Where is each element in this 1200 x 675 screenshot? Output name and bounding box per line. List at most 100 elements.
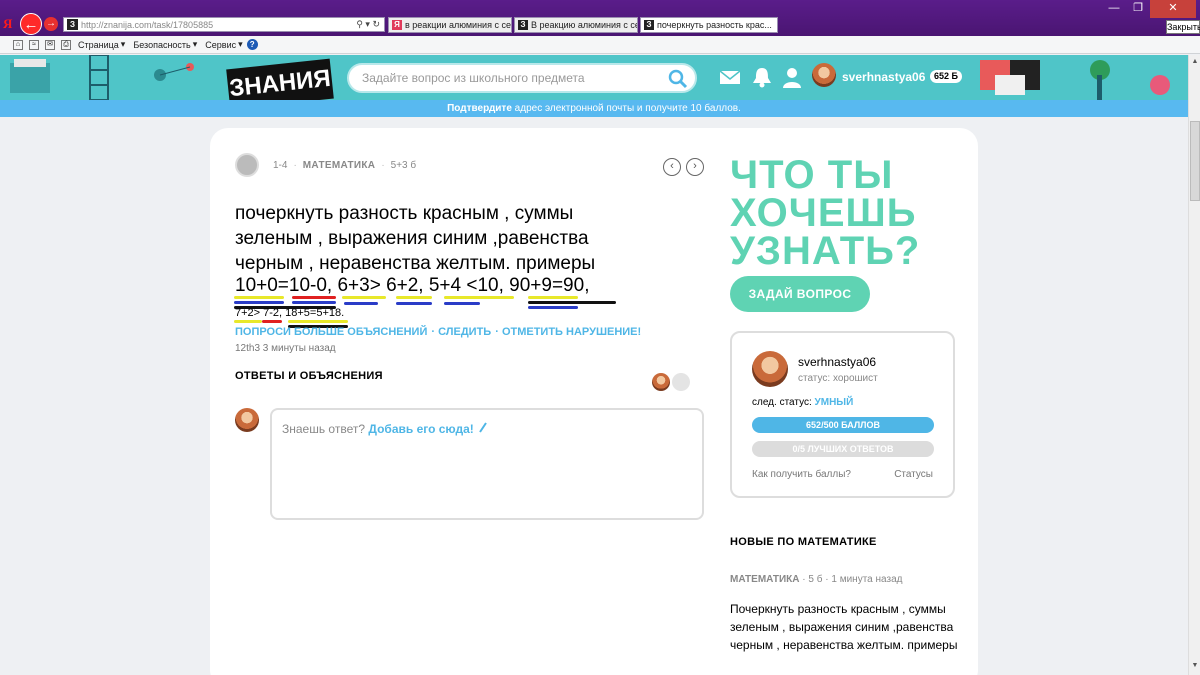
question-points: 5+3 б [390, 159, 417, 171]
maximize-button[interactable]: ❐ [1126, 0, 1150, 18]
answers-title: ОТВЕТЫ И ОБЪЯСНЕНИЯ [235, 370, 383, 382]
promo-headline: ЧТО ТЫ ХОЧЕШЬ УЗНАТЬ? [730, 153, 921, 273]
mail-icon[interactable]: ✉ [45, 39, 55, 50]
highlight-black [528, 301, 616, 304]
answer-prompt: Знаешь ответ? [282, 422, 369, 436]
avatar[interactable] [652, 373, 670, 391]
question-meta: 1-4 · МАТЕМАТИКА · 5+3 б [235, 153, 416, 177]
feeds-icon[interactable]: ≈ [29, 39, 39, 50]
command-bar: ⌂ ≈ ✉ ⎙ Страница ▾ Безопасность ▾ Сервис ▾ … [0, 36, 1200, 54]
question-actions: ПОПРОСИ БОЛЬШЕ ОБЪЯСНЕНИЙ · СЛЕДИТЬ · ОТМЕ… [235, 326, 642, 338]
avatar[interactable] [672, 373, 690, 391]
asked-by: 12th3 3 минуты назад [235, 343, 336, 354]
yandex-logo-icon[interactable]: Я [3, 16, 17, 31]
avatar [235, 408, 259, 432]
points-badge: 652 Б [930, 70, 962, 83]
new-item-meta: МАТЕМАТИКА · 5 б · 1 минута назад [730, 574, 903, 585]
address-bar[interactable]: З http://znanija.com/task/17805885 ⚲ ▾ ↻ [63, 17, 385, 32]
asker-avatar[interactable] [235, 153, 259, 177]
security-menu-label: Безопасность [133, 39, 191, 50]
messages-icon[interactable] [718, 66, 742, 88]
tab-1[interactable]: Я в реакции алюминия с серно... [388, 17, 512, 33]
ask-more-link[interactable]: ПОПРОСИ БОЛЬШЕ ОБЪЯСНЕНИЙ [235, 326, 427, 338]
highlight-blue [444, 302, 480, 305]
tab-label: в реакции алюминия с серно... [405, 20, 511, 30]
question-text: почеркнуть разность красным , суммы зеле… [235, 203, 596, 274]
page-scrollbar[interactable]: ▲ ▼ [1188, 55, 1200, 675]
highlight-yellow [234, 320, 262, 323]
page-menu-label: Страница [78, 39, 119, 50]
title-bar: Я ← → З http://znanija.com/task/17805885… [0, 0, 1200, 36]
search-icon[interactable] [667, 68, 689, 90]
best-answers-bar: 0/5 ЛУЧШИХ ОТВЕТОВ [752, 441, 934, 457]
notifications-bell-icon[interactable] [750, 66, 774, 88]
new-item-points: 5 б [808, 574, 823, 585]
highlight-blue [292, 301, 336, 304]
page-menu[interactable]: Страница ▾ [78, 39, 125, 50]
header-username[interactable]: sverhnastya06 [842, 70, 925, 84]
scroll-up-icon[interactable]: ▲ [1190, 57, 1200, 67]
next-status: след. статус: УМНЫЙ [752, 397, 853, 408]
profile-user-icon[interactable] [780, 66, 804, 88]
tab-2[interactable]: З В реакцию алюминия с серн... [514, 17, 638, 33]
answerer-avatars [652, 373, 690, 391]
banner-confirm-link[interactable]: Подтвердите [447, 103, 512, 114]
question-examples-line2: 7+2> 7-2, 18+5=5+18. [235, 307, 345, 319]
help-icon[interactable]: ? [246, 39, 258, 50]
highlight-blue [344, 302, 378, 305]
report-link[interactable]: ОТМЕТИТЬ НАРУШЕНИЕ! [502, 326, 641, 338]
profile-status: статус: хорошист [798, 373, 878, 384]
avatar[interactable] [812, 63, 836, 87]
close-tooltip: Закрыть [1166, 20, 1200, 34]
profile-name[interactable]: sverhnastya06 [798, 355, 876, 369]
pencil-icon [479, 422, 488, 433]
address-tools-icon[interactable]: ⚲ ▾ ↻ [356, 19, 380, 30]
avatar[interactable] [752, 351, 788, 387]
address-text[interactable]: http://znanija.com/task/17805885 [81, 20, 356, 30]
next-rank: УМНЫЙ [814, 397, 854, 408]
security-menu[interactable]: Безопасность ▾ [133, 39, 197, 50]
scroll-down-icon[interactable]: ▼ [1190, 661, 1200, 671]
scroll-thumb[interactable] [1190, 121, 1200, 201]
highlight-blue [528, 306, 578, 309]
highlight-blue [234, 301, 284, 304]
prev-question-button[interactable]: ‹ [663, 158, 681, 176]
tab-3-active[interactable]: З почеркнуть разность крас... ✕ [640, 17, 778, 33]
tab-close-icon[interactable]: ✕ [772, 20, 777, 31]
follow-link[interactable]: СЛЕДИТЬ [438, 326, 491, 338]
tab-favicon-icon: Я [392, 20, 402, 30]
new-item-time: 1 минута назад [831, 574, 903, 585]
browser-window: Я ← → З http://znanija.com/task/17805885… [0, 0, 1200, 675]
home-icon[interactable]: ⌂ [13, 39, 23, 50]
points-progress-bar: 652/500 БАЛЛОВ [752, 417, 934, 433]
how-to-get-points-link[interactable]: Как получить баллы? [752, 469, 851, 480]
question-grade: 1-4 [273, 159, 288, 171]
add-answer-link[interactable]: Добавь его сюда! [368, 422, 473, 436]
search-input[interactable] [349, 71, 649, 85]
tab-label: В реакцию алюминия с серн... [531, 20, 637, 30]
print-icon[interactable]: ⎙ [61, 39, 71, 50]
highlight-green [288, 320, 348, 323]
new-item-subject[interactable]: МАТЕМАТИКА [730, 574, 800, 585]
new-item-text[interactable]: Почеркнуть разность красным , суммы зеле… [730, 600, 965, 654]
ask-question-button[interactable]: ЗАДАЙ ВОПРОС [730, 276, 870, 312]
forward-button[interactable]: → [44, 17, 58, 31]
banner-text: адрес электронной почты и получите 10 ба… [511, 103, 741, 114]
answer-input[interactable]: Знаешь ответ? Добавь его сюда! [270, 408, 704, 520]
tab-favicon-icon: З [518, 20, 528, 30]
service-menu-label: Сервис [205, 39, 237, 50]
highlight-red [262, 320, 282, 323]
tab-label: почеркнуть разность крас... [657, 20, 772, 30]
profile-card: sverhnastya06 статус: хорошист след. ста… [730, 331, 955, 498]
service-menu[interactable]: Сервис ▾ [205, 39, 242, 50]
highlight-blue [396, 302, 432, 305]
next-status-label: след. статус: [752, 397, 815, 408]
close-window-button[interactable]: ✕ [1150, 0, 1196, 18]
statuses-link[interactable]: Статусы [894, 469, 933, 480]
next-question-button[interactable]: › [686, 158, 704, 176]
minimize-button[interactable]: — [1102, 0, 1126, 18]
back-button[interactable]: ← [20, 13, 42, 35]
search-bar[interactable] [347, 63, 697, 93]
email-confirm-banner[interactable]: Подтвердите адрес электронной почты и по… [0, 100, 1188, 117]
question-subject[interactable]: МАТЕМАТИКА [303, 160, 376, 171]
